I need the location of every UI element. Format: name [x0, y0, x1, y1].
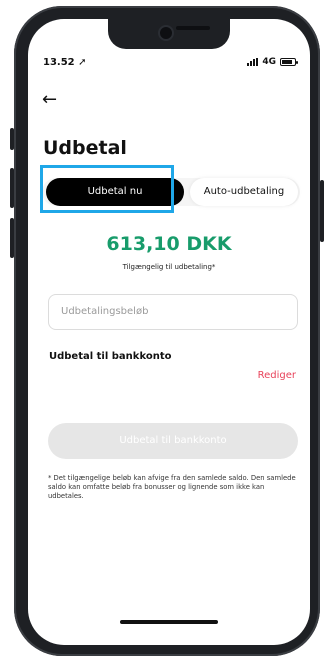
payout-amount-input[interactable]: Udbetalingsbeløb	[48, 294, 298, 330]
earpiece-speaker	[176, 26, 210, 30]
disclaimer-text: * Det tilgængelige beløb kan afvige fra …	[48, 474, 296, 500]
tab-auto-payout[interactable]: Auto-udbetaling	[190, 178, 298, 206]
app-screen: 13.52 ➚ 4G ← Udbetal Udbetal nu Auto-udb…	[28, 19, 310, 645]
highlight-box	[40, 165, 174, 213]
home-indicator[interactable]	[120, 620, 218, 624]
notch	[108, 19, 230, 49]
network-label: 4G	[262, 57, 276, 67]
location-arrow-icon: ➚	[78, 57, 87, 68]
back-arrow-icon[interactable]: ←	[42, 91, 57, 109]
status-time: 13.52 ➚	[43, 57, 87, 68]
mute-switch	[10, 128, 14, 150]
front-camera	[158, 25, 174, 41]
page-title: Udbetal	[43, 137, 127, 159]
battery-icon	[280, 58, 298, 66]
volume-up-button	[10, 168, 14, 208]
payout-to-bank-button[interactable]: Udbetal til bankkonto	[48, 423, 298, 459]
status-indicators: 4G	[247, 57, 298, 67]
bank-section-title: Udbetal til bankkonto	[49, 351, 172, 362]
available-amount: 613,10 DKK	[106, 233, 232, 255]
status-time-text: 13.52	[43, 57, 75, 68]
edit-bank-link[interactable]: Rediger	[258, 370, 296, 381]
signal-icon	[247, 58, 259, 66]
power-button	[320, 180, 324, 242]
status-bar: 13.52 ➚ 4G	[28, 57, 310, 73]
volume-down-button	[10, 218, 14, 258]
available-amount-caption: Tilgængelig til udbetaling*	[122, 263, 216, 271]
